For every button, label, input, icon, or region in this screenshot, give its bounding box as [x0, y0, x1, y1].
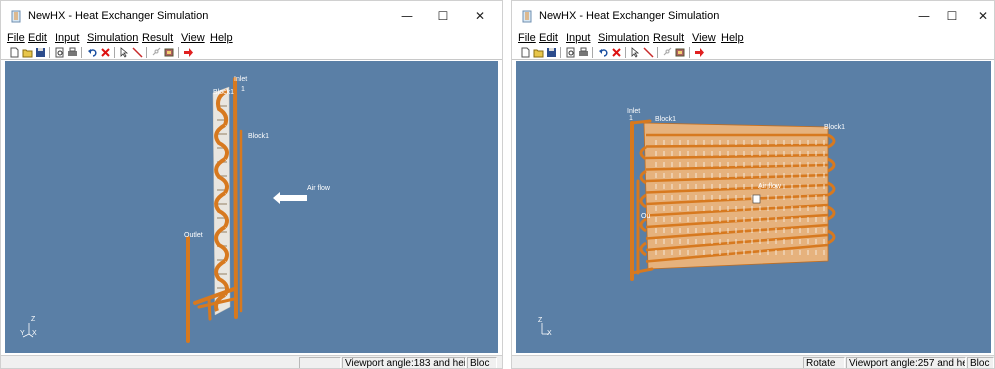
run-icon[interactable]: [694, 47, 705, 58]
select-icon[interactable]: [630, 47, 641, 58]
window-title: NewHX - Heat Exchanger Simulation: [28, 10, 209, 22]
menu-simulation[interactable]: Simulation: [87, 31, 138, 45]
menu-view[interactable]: View: [181, 31, 205, 45]
menu-help[interactable]: Help: [721, 31, 744, 45]
delete-icon[interactable]: [611, 47, 622, 58]
open-icon[interactable]: [22, 47, 33, 58]
new-icon[interactable]: [520, 47, 531, 58]
menu-file[interactable]: File: [7, 31, 25, 45]
new-icon[interactable]: [9, 47, 20, 58]
save-icon[interactable]: [35, 47, 46, 58]
open-icon[interactable]: [533, 47, 544, 58]
save-icon[interactable]: [546, 47, 557, 58]
axis-y-label: Y: [20, 330, 25, 337]
inlet-label: Inlet: [234, 76, 248, 83]
coil-tube-row: [645, 143, 829, 148]
status-block: Bloc: [467, 357, 497, 368]
link-icon[interactable]: [662, 47, 673, 58]
air-flow-label: Air flow: [307, 185, 330, 192]
minimize-button[interactable]: —: [392, 7, 422, 25]
air-flow-arrow: [273, 192, 307, 204]
toolbar-separator: [592, 47, 593, 58]
delete-icon[interactable]: [100, 47, 111, 58]
window-left: NewHX - Heat Exchanger Simulation — ☐ ✕ …: [0, 0, 503, 369]
run-icon[interactable]: [183, 47, 194, 58]
axis-z-label: Z: [538, 317, 543, 324]
menu-file[interactable]: File: [518, 31, 536, 45]
component-icon[interactable]: [164, 47, 175, 58]
air-flow-label: Air flow: [758, 183, 781, 190]
menu-bar: File Edit Input Simulation Result View H…: [512, 31, 994, 45]
status-bar: Rotate Viewport angle:257 and heig Bloc: [512, 355, 994, 368]
title-bar[interactable]: NewHX - Heat Exchanger Simulation — ☐ ✕: [512, 1, 994, 31]
menu-simulation[interactable]: Simulation: [598, 31, 649, 45]
outlet-label: Ou: [641, 213, 651, 220]
print-preview-icon[interactable]: [565, 47, 576, 58]
window-title: NewHX - Heat Exchanger Simulation: [539, 10, 720, 22]
print-preview-icon[interactable]: [54, 47, 65, 58]
viewport-3d[interactable]: Inlet 1 Block1 Block1 Air flow Ou Z X: [516, 61, 991, 353]
menu-view[interactable]: View: [692, 31, 716, 45]
menu-edit[interactable]: Edit: [28, 31, 47, 45]
toolbar-separator: [49, 47, 50, 58]
heat-exchanger-model-front-view: [541, 119, 836, 335]
app-icon: [522, 10, 532, 23]
axis-x-label: X: [32, 330, 37, 337]
inlet-number-label: 1: [629, 115, 633, 122]
print-icon[interactable]: [67, 47, 78, 58]
status-mode: Rotate: [803, 357, 845, 368]
draw-icon[interactable]: [643, 47, 654, 58]
menu-input[interactable]: Input: [55, 31, 79, 45]
menu-input[interactable]: Input: [566, 31, 590, 45]
inlet-number-label: 1: [241, 86, 245, 93]
menu-help[interactable]: Help: [210, 31, 233, 45]
close-button[interactable]: ✕: [968, 7, 994, 25]
close-button[interactable]: ✕: [465, 7, 495, 25]
outlet-label: Outlet: [184, 232, 203, 239]
status-mode: [299, 357, 341, 368]
status-bar: Viewport angle:183 and heig Bloc: [1, 355, 502, 368]
air-flow-marker: [752, 194, 761, 204]
undo-icon[interactable]: [87, 47, 98, 58]
print-icon[interactable]: [578, 47, 589, 58]
toolbar: [512, 45, 994, 60]
heat-exchanger-model-side-view: [22, 77, 307, 343]
draw-icon[interactable]: [132, 47, 143, 58]
toolbar-separator: [560, 47, 561, 58]
component-icon[interactable]: [675, 47, 686, 58]
menu-bar: File Edit Input Simulation Result View H…: [1, 31, 502, 45]
axis-x-label: X: [547, 330, 552, 337]
title-bar[interactable]: NewHX - Heat Exchanger Simulation — ☐ ✕: [1, 1, 502, 31]
link-icon[interactable]: [151, 47, 162, 58]
block-side-label: Block1: [824, 124, 846, 131]
block-side-label: Block1: [248, 133, 270, 140]
menu-result[interactable]: Result: [142, 31, 173, 45]
toolbar-separator: [178, 47, 179, 58]
toolbar: [1, 45, 502, 60]
maximize-button[interactable]: ☐: [937, 7, 967, 25]
app-icon: [11, 10, 21, 23]
maximize-button[interactable]: ☐: [428, 7, 458, 25]
status-viewport-angle: Viewport angle:183 and heig: [342, 357, 466, 368]
undo-icon[interactable]: [598, 47, 609, 58]
window-right: NewHX - Heat Exchanger Simulation — ☐ ✕ …: [511, 0, 995, 369]
block-top-label: Block1: [213, 89, 235, 96]
toolbar-separator: [114, 47, 115, 58]
status-block: Bloc: [967, 357, 994, 368]
toolbar-separator: [625, 47, 626, 58]
status-viewport-angle: Viewport angle:257 and heig: [846, 357, 966, 368]
block-top-label: Block1: [655, 116, 677, 123]
menu-result[interactable]: Result: [653, 31, 684, 45]
axis-z-label: Z: [31, 316, 36, 323]
viewport-3d[interactable]: Inlet 1 Block1 Block1 Air flow Outlet Z …: [5, 61, 498, 353]
toolbar-separator: [146, 47, 147, 58]
minimize-button[interactable]: —: [909, 7, 939, 25]
toolbar-separator: [81, 47, 82, 58]
menu-edit[interactable]: Edit: [539, 31, 558, 45]
select-icon[interactable]: [119, 47, 130, 58]
toolbar-separator: [657, 47, 658, 58]
toolbar-separator: [689, 47, 690, 58]
